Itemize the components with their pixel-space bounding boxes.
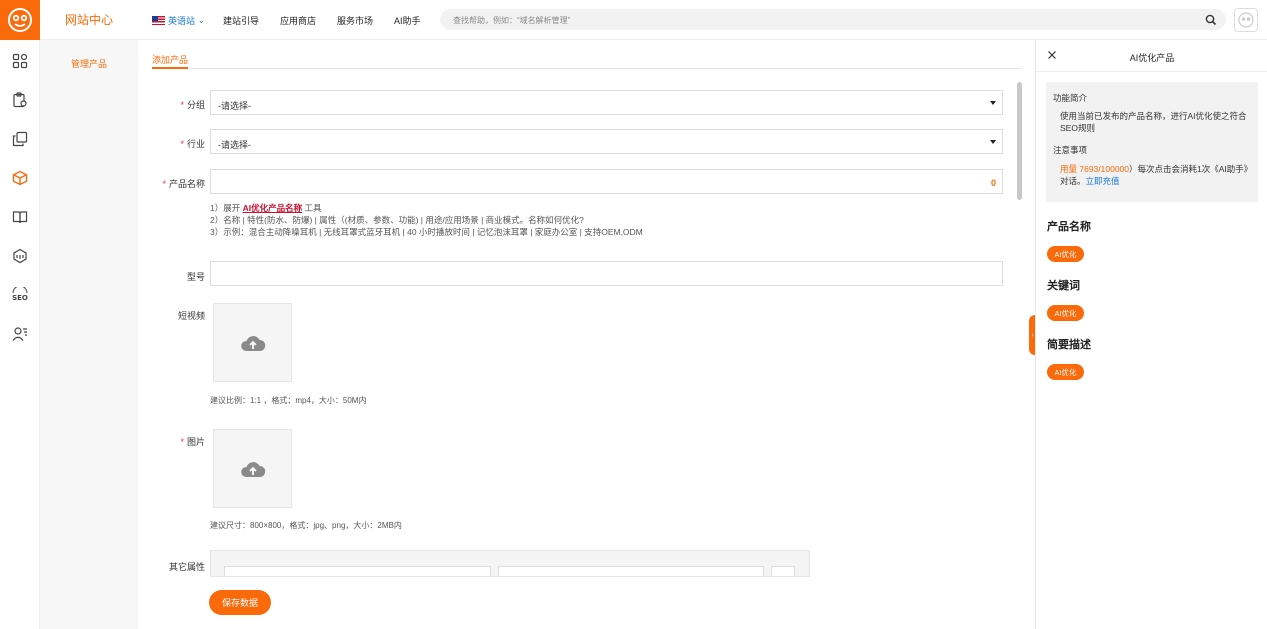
recharge-link[interactable]: 立即充值 xyxy=(1086,176,1120,186)
chevron-down-icon: ⌄ xyxy=(198,16,205,25)
group-select[interactable]: -请选择- xyxy=(210,90,1003,115)
notice-text: 用量 7693/100000）每次点击会消耗1次《AI助手》对话。立即充值 xyxy=(1060,164,1249,186)
panel-header: AI优化产品 xyxy=(1036,40,1267,72)
image-note: 建议尺寸：800×800，格式：jpg、png，大小：2MB内 xyxy=(210,521,402,530)
search-input[interactable]: 查找帮助，例如：“域名解析管理” xyxy=(453,15,570,26)
copy-icon[interactable] xyxy=(11,130,29,148)
image-upload[interactable] xyxy=(213,429,292,508)
dashboard-icon[interactable] xyxy=(11,52,29,70)
nav-ai-assistant[interactable]: AI助手 xyxy=(394,14,421,27)
notice-title: 注意事项 xyxy=(1053,145,1088,155)
attr-add-button[interactable] xyxy=(771,566,795,576)
cloud-upload-icon xyxy=(240,335,265,351)
other-attrs-box xyxy=(210,550,810,577)
clipboard-settings-icon[interactable] xyxy=(11,91,29,109)
image-label: * 图片 xyxy=(180,437,205,447)
video-label: 短视频 xyxy=(177,311,205,321)
ai-optimize-keywords-button[interactable]: AI优化 xyxy=(1047,305,1084,321)
section-title-keywords: 关键词 xyxy=(1047,280,1080,292)
sidebar-item-manage-products[interactable]: 管理产品 xyxy=(40,57,138,70)
icon-rail: SEO xyxy=(0,40,40,629)
svg-text:SEO: SEO xyxy=(12,294,28,302)
nav-service-market[interactable]: 服务市场 xyxy=(337,14,373,27)
industry-select[interactable]: -请选择- xyxy=(210,129,1003,154)
group-label: * 分组 xyxy=(180,100,205,110)
box-icon[interactable] xyxy=(11,169,29,187)
bee-logo-icon[interactable] xyxy=(0,0,40,40)
product-name-input[interactable]: 0 xyxy=(210,169,1003,194)
model-label: 型号 xyxy=(186,272,205,282)
ai-optimize-description-button[interactable]: AI优化 xyxy=(1047,364,1084,380)
seo-icon[interactable]: SEO xyxy=(11,286,29,304)
product-name-label: * 产品名称 xyxy=(162,179,205,189)
intro-box: 功能简介 使用当前已发布的产品名称，进行AI优化使之符合SEO规则 注意事项 用… xyxy=(1046,82,1258,202)
cloud-upload-icon xyxy=(240,461,265,477)
caret-down-icon xyxy=(990,101,996,105)
tab-add-product[interactable]: 添加产品 xyxy=(152,53,188,66)
3d-cube-icon[interactable] xyxy=(11,247,29,265)
language-label: 英语站 xyxy=(168,16,196,26)
char-counter: 0 xyxy=(990,178,996,188)
industry-label: * 行业 xyxy=(180,139,205,149)
caret-down-icon xyxy=(990,140,996,144)
tab-active-underline xyxy=(152,67,188,69)
search-bar[interactable]: 查找帮助，例如：“域名解析管理” xyxy=(440,9,1226,30)
chevron-right-icon: › xyxy=(1031,331,1034,339)
attr-value-input[interactable] xyxy=(498,566,764,576)
scrollbar[interactable] xyxy=(1017,82,1022,200)
panel-title: AI优化产品 xyxy=(1129,53,1175,63)
site-title[interactable]: 网站中心 xyxy=(40,0,138,40)
search-icon[interactable] xyxy=(1204,13,1218,27)
main-content: 添加产品 * 分组 -请选择- * 行业 -请选择- * 产品名称 0 1）展开 AI… xyxy=(138,40,1035,629)
ai-optimize-name-button[interactable]: AI优化 xyxy=(1047,246,1084,262)
model-input[interactable] xyxy=(210,261,1003,286)
intro-text: 使用当前已发布的产品名称，进行AI优化使之符合SEO规则 xyxy=(1060,111,1247,133)
avatar[interactable] xyxy=(1234,8,1258,32)
tab-divider xyxy=(152,68,1022,69)
usage-count: 用量 7693/100000 xyxy=(1060,164,1129,174)
save-button[interactable]: 保存数据 xyxy=(209,590,271,615)
video-note: 建议比例：1:1 ，格式：mp4，大小：50M内 xyxy=(210,396,367,405)
ai-optimize-panel: AI优化产品 功能简介 使用当前已发布的产品名称，进行AI优化使之符合SEO规则… xyxy=(1035,40,1267,629)
intro-title: 功能简介 xyxy=(1053,93,1088,103)
users-icon[interactable] xyxy=(11,325,29,343)
other-attrs-label: 其它属性 xyxy=(168,562,205,572)
ai-optimize-name-link[interactable]: AI优化产品名称 xyxy=(243,203,303,213)
attr-name-input[interactable] xyxy=(224,566,491,576)
nav-app-store[interactable]: 应用商店 xyxy=(280,14,316,27)
us-flag-icon xyxy=(152,16,165,25)
sub-sidebar: 管理产品 xyxy=(40,40,138,629)
section-title-product-name: 产品名称 xyxy=(1047,221,1091,233)
top-bar: 网站中心 英语站 ⌄ 建站引导 应用商店 服务市场 AI助手 查找帮助，例如：“… xyxy=(0,0,1267,40)
book-icon[interactable] xyxy=(11,208,29,226)
nav-setup-guide[interactable]: 建站引导 xyxy=(223,14,259,27)
section-title-brief-description: 简要描述 xyxy=(1047,339,1091,351)
language-selector[interactable]: 英语站 ⌄ xyxy=(152,14,205,27)
product-name-hint: 1）展开 AI优化产品名称 工具 2）名称 | 特性(防水、防爆) | 属性（(… xyxy=(210,203,643,237)
video-upload[interactable] xyxy=(213,303,292,382)
